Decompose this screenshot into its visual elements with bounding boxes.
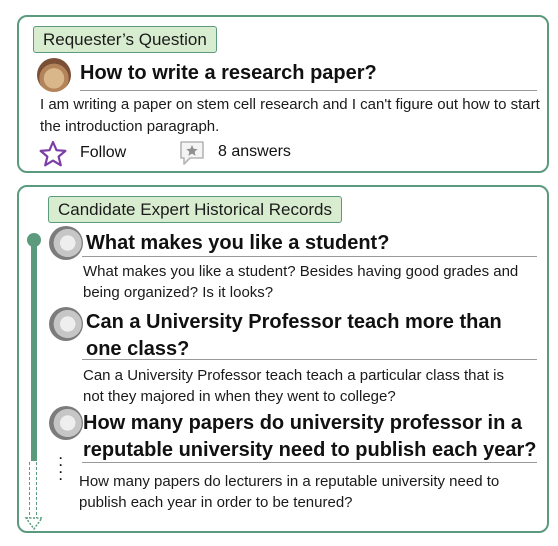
expert-avatar (49, 307, 83, 341)
record-title-underline (82, 462, 537, 463)
timeline-bar (31, 239, 37, 461)
arrow-down-icon (24, 517, 44, 531)
candidate-records-tag: Candidate Expert Historical Records (48, 196, 343, 223)
record-title-underline (82, 359, 537, 360)
record-body: How many papers do lecturers in a reputa… (79, 473, 500, 511)
title-underline (80, 90, 537, 91)
record-title-underline (82, 256, 537, 257)
question-title[interactable]: How to write a research paper? (80, 62, 377, 85)
vertical-ellipsis-icon: · · · · (59, 451, 63, 486)
requester-question-card: Requester’s Question How to write a rese… (17, 15, 549, 173)
record-title[interactable]: How many papers do university professor … (83, 410, 543, 464)
requester-avatar (37, 58, 71, 92)
follow-button-label[interactable]: Follow (80, 144, 126, 162)
answers-count[interactable]: 8 answers (218, 143, 291, 161)
record-title[interactable]: What makes you like a student? (86, 230, 531, 257)
speech-bubble-star-icon[interactable] (178, 139, 206, 167)
record-title[interactable]: Can a University Professor teach more th… (86, 309, 531, 363)
timeline-start-dot (27, 233, 41, 247)
candidate-records-card: Candidate Expert Historical Records · · · ·… (17, 185, 549, 533)
timeline-dashed-continuation (29, 462, 37, 520)
requester-question-tag: Requester’s Question (33, 26, 217, 53)
record-body: What makes you like a student? Besides h… (83, 263, 519, 301)
expert-avatar (49, 226, 83, 260)
star-outline-icon[interactable] (39, 140, 67, 168)
question-body: I am writing a paper on stem cell resear… (40, 96, 540, 135)
expert-avatar (49, 406, 83, 440)
record-body: Can a University Professor teach teach a… (83, 367, 505, 405)
